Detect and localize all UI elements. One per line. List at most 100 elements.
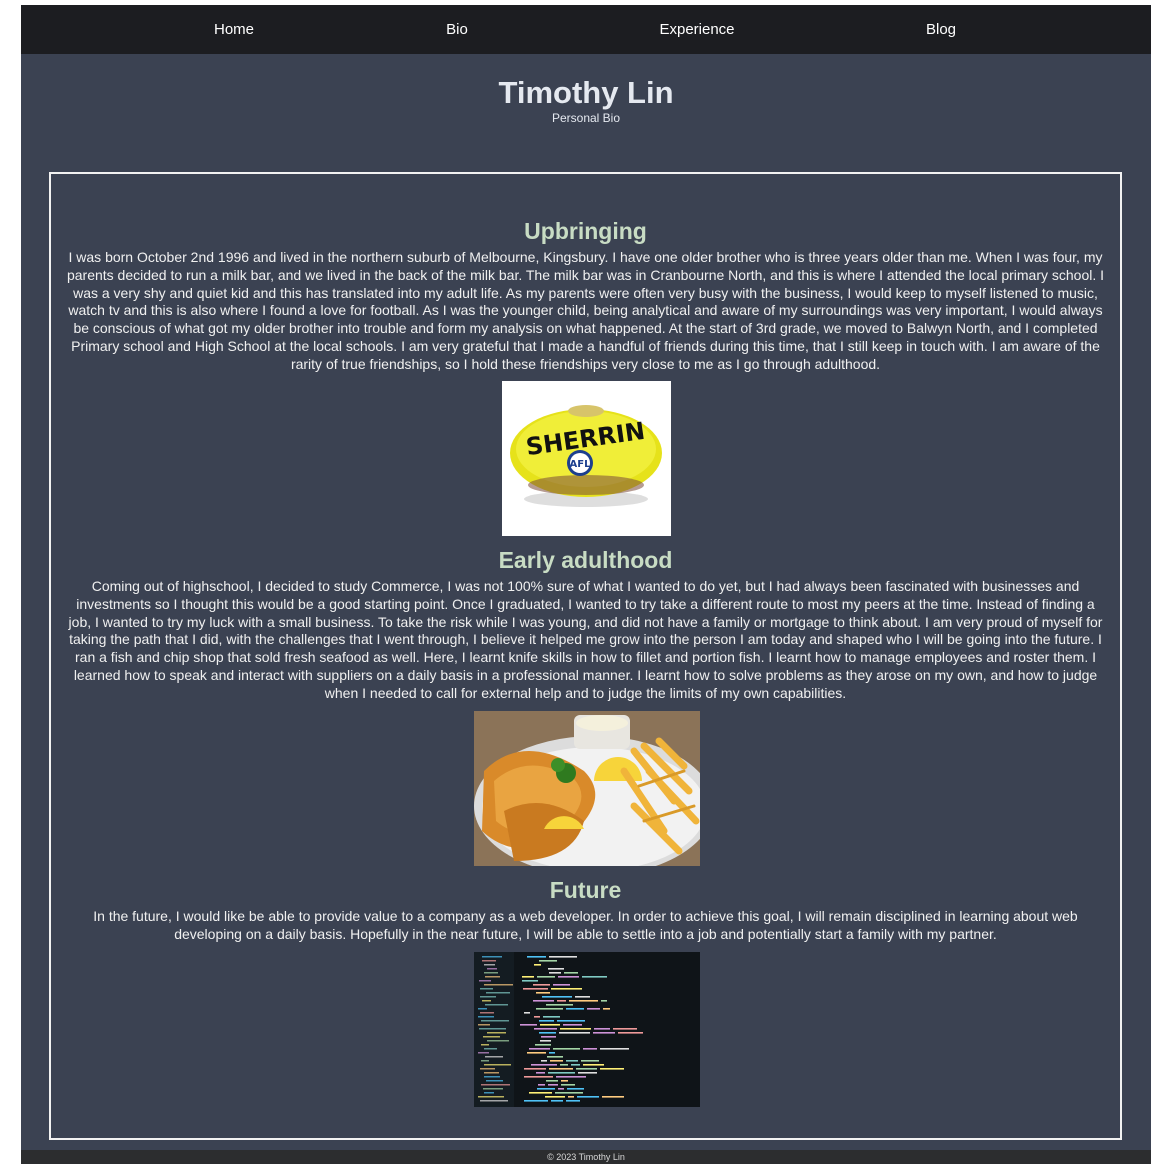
section-text: Coming out of highschool, I decided to s…	[68, 578, 1103, 701]
code-line	[522, 980, 538, 982]
code-tree-line	[480, 996, 496, 998]
code-tree-line	[484, 1064, 511, 1066]
code-tree-line	[478, 1016, 494, 1018]
code-line	[529, 1092, 552, 1094]
section-future: Future In the future, I would like be ab…	[51, 876, 1120, 944]
code-tree-line	[482, 960, 496, 962]
code-line	[567, 1088, 584, 1090]
code-tree-line	[479, 1028, 506, 1030]
code-line	[527, 1052, 546, 1054]
code-line	[524, 1068, 546, 1070]
code-line	[557, 1000, 566, 1002]
page-subtitle: Personal Bio	[551, 111, 621, 125]
page-title: Timothy Lin	[498, 75, 674, 110]
code-tree-line	[481, 1084, 510, 1086]
code-tree-line	[483, 1036, 500, 1038]
code-line	[523, 988, 548, 990]
code-tree-line	[484, 1048, 497, 1050]
code-line	[543, 1016, 560, 1018]
code-tree-line	[479, 980, 491, 982]
code-line	[601, 1000, 607, 1002]
section-heading: Early adulthood	[498, 547, 673, 573]
code-line	[520, 1024, 537, 1026]
code-line	[529, 1048, 550, 1050]
code-line	[546, 1080, 558, 1082]
code-line	[540, 1024, 560, 1026]
code-tree-line	[478, 1024, 490, 1026]
code-line	[524, 1012, 530, 1014]
code-line	[534, 1016, 540, 1018]
code-line	[569, 1000, 598, 1002]
fish-and-chips-image	[474, 711, 700, 866]
code-tree-line	[485, 976, 500, 978]
code-line	[531, 1064, 557, 1066]
code-line	[568, 1096, 574, 1098]
code-line	[593, 1032, 615, 1034]
code-line	[549, 1068, 573, 1070]
code-tree-line	[478, 1096, 504, 1098]
code-line	[563, 1024, 582, 1026]
code-line	[577, 1096, 599, 1098]
code-tree-line	[482, 956, 502, 958]
code-line	[559, 1032, 590, 1034]
code-line	[527, 956, 546, 958]
code-tree-line	[483, 1088, 503, 1090]
code-line	[558, 976, 579, 978]
code-line	[564, 972, 578, 974]
code-line	[566, 1008, 584, 1010]
code-line	[556, 1076, 586, 1078]
code-line	[524, 1100, 548, 1102]
code-line	[550, 1060, 563, 1062]
code-tree-line	[481, 1044, 489, 1046]
code-line	[553, 984, 570, 986]
section-text: I was born October 2nd 1996 and lived in…	[66, 249, 1105, 372]
code-line	[555, 1092, 583, 1094]
code-line	[551, 988, 582, 990]
code-line	[548, 1084, 558, 1086]
code-editor-image	[474, 952, 700, 1107]
nav-bio-link[interactable]: Bio	[446, 5, 468, 54]
code-tree-line	[487, 968, 497, 970]
code-line	[558, 1088, 564, 1090]
code-tree-line	[480, 1012, 494, 1014]
code-line	[566, 1100, 580, 1102]
section-heading: Future	[549, 877, 622, 903]
code-line	[546, 1004, 573, 1006]
code-line	[542, 996, 572, 998]
code-line	[600, 1068, 624, 1070]
page-footer: © 2023 Timothy Lin	[21, 1150, 1151, 1164]
code-tree-line	[487, 1032, 506, 1034]
code-line	[549, 1052, 555, 1054]
code-line	[583, 1064, 604, 1066]
code-line	[602, 1096, 624, 1098]
code-line	[560, 1064, 568, 1066]
code-line	[551, 1100, 563, 1102]
code-line	[553, 1048, 580, 1050]
nav-experience-link[interactable]: Experience	[659, 5, 734, 54]
section-heading: Upbringing	[524, 218, 647, 244]
code-line	[575, 996, 590, 998]
nav-home-link[interactable]: Home	[214, 5, 254, 54]
nav-blog-link[interactable]: Blog	[926, 5, 956, 54]
football-image: SHERRIN AFL	[502, 381, 671, 536]
code-tree-line	[484, 964, 495, 966]
page-header: Timothy Lin Personal Bio	[21, 75, 1151, 125]
code-line	[524, 1076, 553, 1078]
sherrin-football-icon: SHERRIN AFL	[510, 405, 662, 507]
top-navbar: Home Bio Experience Blog	[21, 5, 1151, 54]
code-line	[534, 964, 541, 966]
code-line	[600, 1048, 629, 1050]
code-line	[583, 1048, 597, 1050]
code-tree-line	[481, 1060, 489, 1062]
code-line	[576, 1068, 597, 1070]
code-tree-line	[478, 1008, 487, 1010]
code-line	[522, 976, 534, 978]
code-tree-line	[484, 972, 498, 974]
code-line	[603, 1008, 610, 1010]
code-line	[557, 1020, 585, 1022]
code-tree-line	[478, 1052, 489, 1054]
code-line	[533, 1000, 554, 1002]
code-line	[539, 1020, 554, 1022]
code-line	[536, 992, 550, 994]
code-line	[548, 1072, 575, 1074]
